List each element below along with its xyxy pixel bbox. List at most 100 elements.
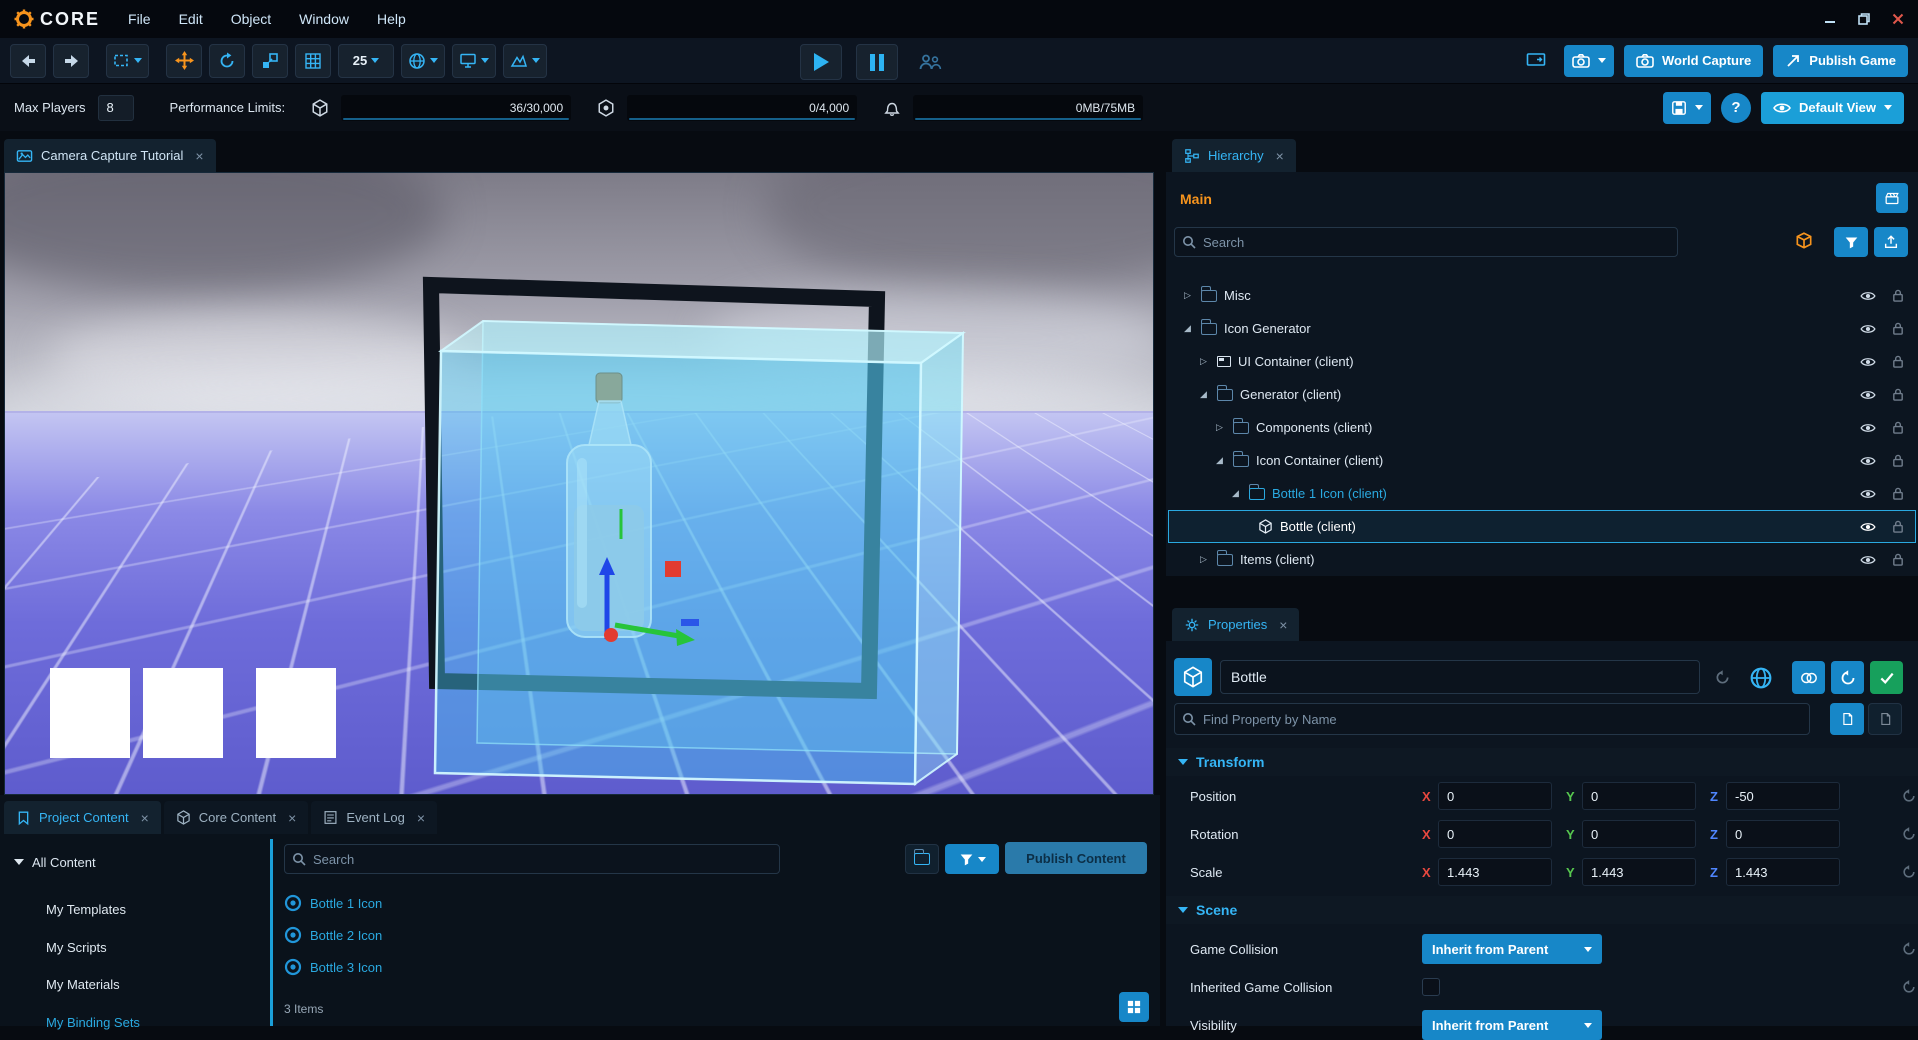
tab-hierarchy[interactable]: Hierarchy × (1172, 139, 1296, 172)
rotate-tool-button[interactable] (209, 44, 245, 78)
grid-view-button[interactable] (1119, 992, 1149, 1022)
object-name-input[interactable] (1220, 660, 1700, 694)
tab-project-content[interactable]: Project Content × (4, 801, 161, 834)
tab-event-log[interactable]: Event Log × (311, 801, 437, 834)
default-view-dropdown[interactable]: Default View (1761, 92, 1904, 124)
tree-row-icon-generator[interactable]: ◢ Icon Generator (1168, 312, 1916, 345)
revert-name-icon[interactable] (1715, 670, 1730, 685)
position-z-input[interactable] (1726, 782, 1840, 810)
menu-object[interactable]: Object (231, 11, 271, 27)
reset-properties-button[interactable] (1831, 661, 1864, 694)
save-dropdown[interactable] (1663, 92, 1711, 124)
hierarchy-search-input[interactable] (1174, 227, 1678, 257)
tree-row-generator[interactable]: ◢ Generator (client) (1168, 378, 1916, 411)
tree-row-misc[interactable]: ▷ Misc (1168, 279, 1916, 312)
expand-toggle-icon[interactable]: ▷ (1180, 290, 1195, 301)
paste-properties-button[interactable] (1868, 703, 1902, 735)
scale-y-input[interactable] (1582, 858, 1696, 886)
tab-close-icon[interactable]: × (417, 810, 425, 826)
tab-core-content[interactable]: Core Content × (164, 801, 309, 834)
scale-x-input[interactable] (1438, 858, 1552, 886)
expand-toggle-icon[interactable]: ▷ (1196, 356, 1211, 367)
content-search-input[interactable] (284, 844, 780, 874)
publish-content-button[interactable]: Publish Content (1005, 842, 1147, 874)
eye-icon[interactable] (1860, 422, 1876, 434)
copy-properties-button[interactable] (1830, 703, 1864, 735)
content-filter-dropdown[interactable] (945, 844, 999, 874)
menu-file[interactable]: File (128, 11, 151, 27)
revert-icon[interactable] (1902, 827, 1916, 841)
expand-toggle-icon[interactable]: ◢ (1228, 488, 1243, 499)
tab-close-icon[interactable]: × (141, 810, 149, 826)
restore-button[interactable] (1858, 13, 1870, 25)
rotation-z-input[interactable] (1726, 820, 1840, 848)
capture-mode-dropdown[interactable] (1564, 45, 1614, 77)
close-button[interactable] (1892, 13, 1904, 25)
tree-row-components[interactable]: ▷ Components (client) (1168, 411, 1916, 444)
tab-properties[interactable]: Properties × (1172, 608, 1299, 641)
expand-toggle-icon[interactable]: ◢ (1196, 389, 1211, 400)
scale-tool-button[interactable] (252, 44, 288, 78)
lock-icon[interactable] (1892, 421, 1904, 434)
expand-toggle-icon[interactable]: ▷ (1196, 554, 1211, 565)
lock-icon[interactable] (1892, 322, 1904, 335)
menu-help[interactable]: Help (377, 11, 406, 27)
help-button[interactable]: ? (1721, 93, 1751, 123)
networked-globe-icon[interactable] (1749, 666, 1773, 690)
lock-icon[interactable] (1892, 553, 1904, 566)
expand-toggle-icon[interactable]: ◢ (1212, 455, 1227, 466)
minimize-button[interactable] (1824, 13, 1836, 25)
asset-item-bottle-1-icon[interactable]: Bottle 1 Icon (284, 888, 804, 918)
max-players-input[interactable]: 8 (98, 95, 134, 121)
lock-icon[interactable] (1892, 487, 1904, 500)
position-y-input[interactable] (1582, 782, 1696, 810)
multiplayer-preview-icon[interactable] (918, 53, 942, 71)
preview-window-icon[interactable] (1518, 44, 1554, 78)
open-folder-button[interactable] (905, 844, 939, 874)
transform-section-header[interactable]: Transform (1166, 748, 1918, 776)
terrain-dropdown[interactable] (503, 44, 547, 78)
play-button[interactable] (800, 44, 842, 80)
eye-icon[interactable] (1860, 455, 1876, 467)
eye-icon[interactable] (1860, 323, 1876, 335)
visibility-dropdown[interactable]: Inherit from Parent (1422, 1010, 1602, 1040)
tree-row-bottle-1-icon[interactable]: ◢ Bottle 1 Icon (client) (1168, 477, 1916, 510)
tree-row-items[interactable]: ▷ Items (client) (1168, 543, 1916, 576)
pause-button[interactable] (856, 44, 898, 80)
sidebar-item-all-content[interactable]: All Content (14, 848, 96, 876)
grid-size-dropdown[interactable]: 25 (338, 44, 394, 78)
lock-icon[interactable] (1892, 289, 1904, 302)
tab-close-icon[interactable]: × (1279, 617, 1287, 633)
eye-icon[interactable] (1860, 290, 1876, 302)
eye-icon[interactable] (1860, 521, 1876, 533)
revert-icon[interactable] (1902, 980, 1916, 994)
menu-edit[interactable]: Edit (179, 11, 203, 27)
lock-icon[interactable] (1892, 388, 1904, 401)
tree-row-icon-container[interactable]: ◢ Icon Container (client) (1168, 444, 1916, 477)
rotation-x-input[interactable] (1438, 820, 1552, 848)
sidebar-item-my-templates[interactable]: My Templates (46, 895, 126, 923)
world-capture-button[interactable]: World Capture (1624, 45, 1763, 77)
redo-button[interactable] (53, 44, 89, 78)
find-property-input[interactable] (1174, 703, 1810, 735)
eye-icon[interactable] (1860, 389, 1876, 401)
template-package-icon[interactable] (1794, 231, 1814, 251)
tab-close-icon[interactable]: × (288, 810, 296, 826)
eye-icon[interactable] (1860, 554, 1876, 566)
lock-icon[interactable] (1892, 355, 1904, 368)
position-x-input[interactable] (1438, 782, 1552, 810)
rotation-y-input[interactable] (1582, 820, 1696, 848)
scale-z-input[interactable] (1726, 858, 1840, 886)
export-template-button[interactable] (1874, 227, 1908, 257)
hierarchy-filter-button[interactable] (1834, 227, 1868, 257)
sidebar-item-my-scripts[interactable]: My Scripts (46, 933, 107, 961)
collapse-triangle-icon[interactable] (14, 859, 24, 865)
eye-icon[interactable] (1860, 488, 1876, 500)
publish-game-button[interactable]: Publish Game (1773, 45, 1908, 77)
menu-window[interactable]: Window (299, 11, 349, 27)
grid-snap-button[interactable] (295, 44, 331, 78)
inherited-game-collision-checkbox[interactable] (1422, 978, 1440, 996)
new-template-button[interactable] (1876, 183, 1908, 213)
tab-close-icon[interactable]: × (1276, 148, 1284, 164)
sidebar-item-my-materials[interactable]: My Materials (46, 970, 120, 998)
